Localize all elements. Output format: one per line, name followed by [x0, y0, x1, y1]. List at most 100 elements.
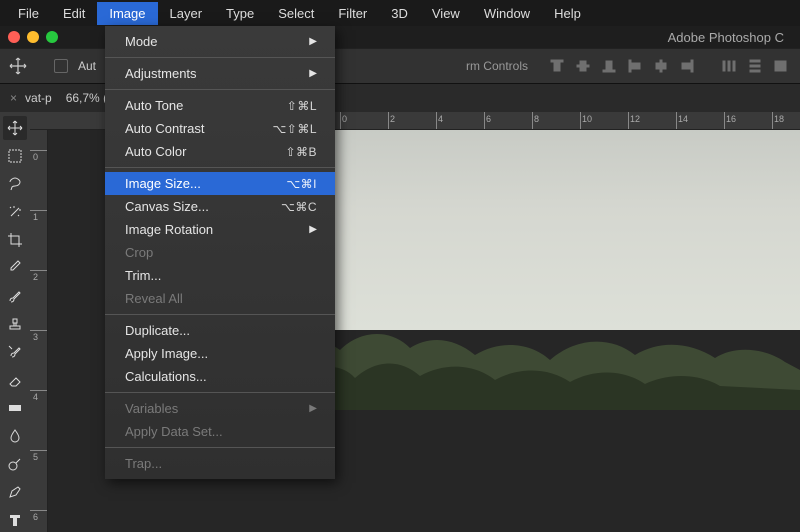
- ruler-tick: [30, 510, 47, 511]
- menu-item-shortcut: ⌥⌘I: [286, 177, 317, 191]
- align-right-icon[interactable]: [676, 55, 698, 77]
- menu-item-label: Trim...: [125, 268, 161, 283]
- menu-type[interactable]: Type: [214, 2, 266, 25]
- eraser-tool[interactable]: [3, 368, 27, 392]
- submenu-arrow-icon: ▶: [309, 36, 317, 47]
- crop-tool[interactable]: [3, 228, 27, 252]
- eyedropper-tool[interactable]: [3, 256, 27, 280]
- submenu-arrow-icon: ▶: [309, 224, 317, 235]
- menu-view[interactable]: View: [420, 2, 472, 25]
- auto-select-checkbox[interactable]: [54, 59, 68, 73]
- menu-select[interactable]: Select: [266, 2, 326, 25]
- ruler-tick: [30, 450, 47, 451]
- ruler-tick: [484, 112, 485, 129]
- ruler-tick-label: 10: [582, 114, 592, 124]
- menu-separator: [105, 314, 335, 315]
- menu-item-canvas-size[interactable]: Canvas Size...⌥⌘C: [105, 195, 335, 218]
- menu-item-mode[interactable]: Mode ▶: [105, 30, 335, 53]
- menu-item-shortcut: ⌥⇧⌘L: [272, 122, 317, 136]
- align-bottom-icon[interactable]: [598, 55, 620, 77]
- tab-close-icon[interactable]: ×: [10, 91, 17, 105]
- menu-separator: [105, 167, 335, 168]
- menu-item-shortcut: ⇧⌘L: [287, 99, 317, 113]
- menu-item-image-rotation[interactable]: Image Rotation▶: [105, 218, 335, 241]
- align-left-icon[interactable]: [624, 55, 646, 77]
- window-controls: [8, 31, 58, 43]
- menu-layer[interactable]: Layer: [158, 2, 215, 25]
- ruler-tick-label: 6: [486, 114, 491, 124]
- ruler-vertical[interactable]: 0123456: [30, 130, 48, 532]
- minimize-window-button[interactable]: [27, 31, 39, 43]
- menu-item-trim[interactable]: Trim...: [105, 264, 335, 287]
- close-window-button[interactable]: [8, 31, 20, 43]
- menu-item-auto-tone[interactable]: Auto Tone⇧⌘L: [105, 94, 335, 117]
- ruler-tick: [340, 112, 341, 129]
- menu-item-label: Image Size...: [125, 176, 201, 191]
- distribute-3-icon[interactable]: [770, 55, 792, 77]
- stamp-tool[interactable]: [3, 312, 27, 336]
- menu-item-variables: Variables▶: [105, 397, 335, 420]
- menu-item-image-size[interactable]: Image Size... ⌥⌘I: [105, 172, 335, 195]
- menu-item-label: Crop: [125, 245, 153, 260]
- menu-item-label: Calculations...: [125, 369, 207, 384]
- ruler-tick: [30, 150, 47, 151]
- move-tool[interactable]: [3, 116, 27, 140]
- ruler-tick-label: 8: [534, 114, 539, 124]
- tools-panel: [0, 112, 30, 532]
- ruler-tick-label: 4: [438, 114, 443, 124]
- pen-tool[interactable]: [3, 480, 27, 504]
- ruler-tick-label: 2: [33, 272, 38, 282]
- menu-window[interactable]: Window: [472, 2, 542, 25]
- distribute-v-icon[interactable]: [744, 55, 766, 77]
- auto-select-label: Aut: [78, 59, 96, 73]
- marquee-tool[interactable]: [3, 144, 27, 168]
- menu-help[interactable]: Help: [542, 2, 593, 25]
- blur-tool[interactable]: [3, 424, 27, 448]
- zoom-window-button[interactable]: [46, 31, 58, 43]
- type-tool[interactable]: [3, 508, 27, 532]
- menu-file[interactable]: File: [6, 2, 51, 25]
- menu-separator: [105, 392, 335, 393]
- align-vcenter-icon[interactable]: [572, 55, 594, 77]
- menu-item-duplicate[interactable]: Duplicate...: [105, 319, 335, 342]
- ruler-tick: [30, 390, 47, 391]
- brush-tool[interactable]: [3, 284, 27, 308]
- menu-item-calculations[interactable]: Calculations...: [105, 365, 335, 388]
- align-top-icon[interactable]: [546, 55, 568, 77]
- lasso-tool[interactable]: [3, 172, 27, 196]
- menu-item-apply-image[interactable]: Apply Image...: [105, 342, 335, 365]
- menu-filter[interactable]: Filter: [326, 2, 379, 25]
- menu-item-label: Mode: [125, 34, 158, 49]
- ruler-tick-label: 14: [678, 114, 688, 124]
- app-title: Adobe Photoshop C: [668, 30, 784, 45]
- menu-item-auto-contrast[interactable]: Auto Contrast ⌥⇧⌘L: [105, 117, 335, 140]
- wand-tool[interactable]: [3, 200, 27, 224]
- menu-item-auto-color[interactable]: Auto Color⇧⌘B: [105, 140, 335, 163]
- menu-item-label: Auto Color: [125, 144, 186, 159]
- menu-item-label: Reveal All: [125, 291, 183, 306]
- menu-item-label: Auto Contrast: [125, 121, 205, 136]
- history-brush-tool[interactable]: [3, 340, 27, 364]
- menu-3d[interactable]: 3D: [379, 2, 420, 25]
- menu-separator: [105, 447, 335, 448]
- ruler-tick-label: 12: [630, 114, 640, 124]
- ruler-tick: [580, 112, 581, 129]
- menu-image[interactable]: Image: [97, 2, 157, 25]
- distribute-h-icon[interactable]: [718, 55, 740, 77]
- gradient-tool[interactable]: [3, 396, 27, 420]
- menubar: File Edit Image Layer Type Select Filter…: [0, 0, 800, 26]
- align-icon-group: [546, 55, 792, 77]
- dodge-tool[interactable]: [3, 452, 27, 476]
- document-tab-name[interactable]: vat-p: [25, 91, 52, 105]
- ruler-tick-label: 18: [774, 114, 784, 124]
- ruler-tick-label: 2: [390, 114, 395, 124]
- menu-edit[interactable]: Edit: [51, 2, 97, 25]
- menu-item-apply-data-set: Apply Data Set...: [105, 420, 335, 443]
- menu-item-adjustments[interactable]: Adjustments▶: [105, 62, 335, 85]
- ruler-tick-label: 0: [342, 114, 347, 124]
- menu-item-crop: Crop: [105, 241, 335, 264]
- move-tool-icon[interactable]: [8, 56, 28, 76]
- ruler-tick: [532, 112, 533, 129]
- menu-separator: [105, 89, 335, 90]
- align-hcenter-icon[interactable]: [650, 55, 672, 77]
